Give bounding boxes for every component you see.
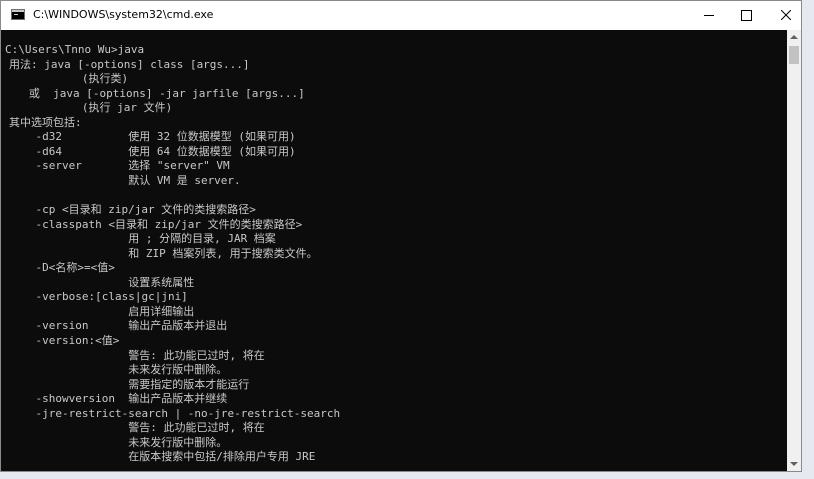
console-output[interactable]: C:\Users\Tnno Wu>java 用法: java [-options]… xyxy=(1,30,787,471)
console-line: 设置系统属性 xyxy=(9,275,195,289)
vertical-scrollbar[interactable] xyxy=(787,30,801,471)
console-line: 用法: java [-options] class [args...] xyxy=(9,57,250,71)
console-line: 在版本搜索中包括/排除用户专用 JRE xyxy=(9,450,316,464)
console-line: -d32 使用 32 位数据模型 (如果可用) xyxy=(9,130,296,144)
console-line: 启用详细输出 xyxy=(9,304,195,318)
console-line: 其中选项包括: xyxy=(9,115,82,129)
console-line: (执行 jar 文件) xyxy=(9,101,173,115)
console-line: 用 ; 分隔的目录, JAR 档案 xyxy=(9,232,276,246)
console-line: C:\Users\Tnno Wu>java xyxy=(5,43,145,56)
console-line: -server 选择 "server" VM xyxy=(9,159,230,173)
console-line: 未来发行版中删除。 xyxy=(9,363,228,377)
console-line: (执行类) xyxy=(9,72,129,86)
console-line: -classpath <目录和 zip/jar 文件的类搜索路径> xyxy=(9,217,303,231)
console-line: -D<名称>=<值> xyxy=(9,261,115,275)
maximize-icon xyxy=(741,10,752,21)
scroll-down-arrow-icon[interactable] xyxy=(787,457,801,471)
console-line: -cp <目录和 zip/jar 文件的类搜索路径> xyxy=(9,203,256,217)
console-line: 需要指定的版本才能运行 xyxy=(9,377,250,391)
console-line: -verbose:[class|gc|jni] xyxy=(9,290,188,304)
window-title: C:\WINDOWS\system32\cmd.exe xyxy=(33,8,214,21)
console-app-icon[interactable] xyxy=(11,9,25,20)
close-icon xyxy=(781,10,791,20)
scroll-up-arrow-icon[interactable] xyxy=(787,30,801,44)
console-line: -jre-restrict-search | -no-jre-restrict-… xyxy=(9,406,341,420)
console-line: 默认 VM 是 server. xyxy=(9,174,241,187)
desktop-background xyxy=(802,0,814,479)
title-bar[interactable]: C:\WINDOWS\system32\cmd.exe xyxy=(1,1,801,30)
console-line: -d64 使用 64 位数据模型 (如果可用) xyxy=(9,144,296,158)
console-line: 警告: 此功能已过时, 将在 xyxy=(9,421,265,435)
close-button[interactable] xyxy=(763,1,809,30)
scroll-thumb[interactable] xyxy=(789,46,799,64)
console-line: 未来发行版中删除。 xyxy=(9,435,228,449)
console-line: 和 ZIP 档案列表, 用于搜索类文件。 xyxy=(9,246,318,260)
console-line: -version 输出产品版本并退出 xyxy=(9,319,228,333)
console-line: -version:<值> xyxy=(9,334,120,347)
desktop-background-bottom xyxy=(0,472,814,479)
minimize-icon xyxy=(704,15,714,16)
console-line: 或 java [-options] -jar jarfile [args...] xyxy=(9,86,305,100)
console-line: 警告: 此功能已过时, 将在 xyxy=(9,348,265,362)
cmd-window: C:\WINDOWS\system32\cmd.exe C:\Users\Tnn… xyxy=(0,0,802,472)
console-line: -showversion 输出产品版本并继续 xyxy=(9,392,228,406)
